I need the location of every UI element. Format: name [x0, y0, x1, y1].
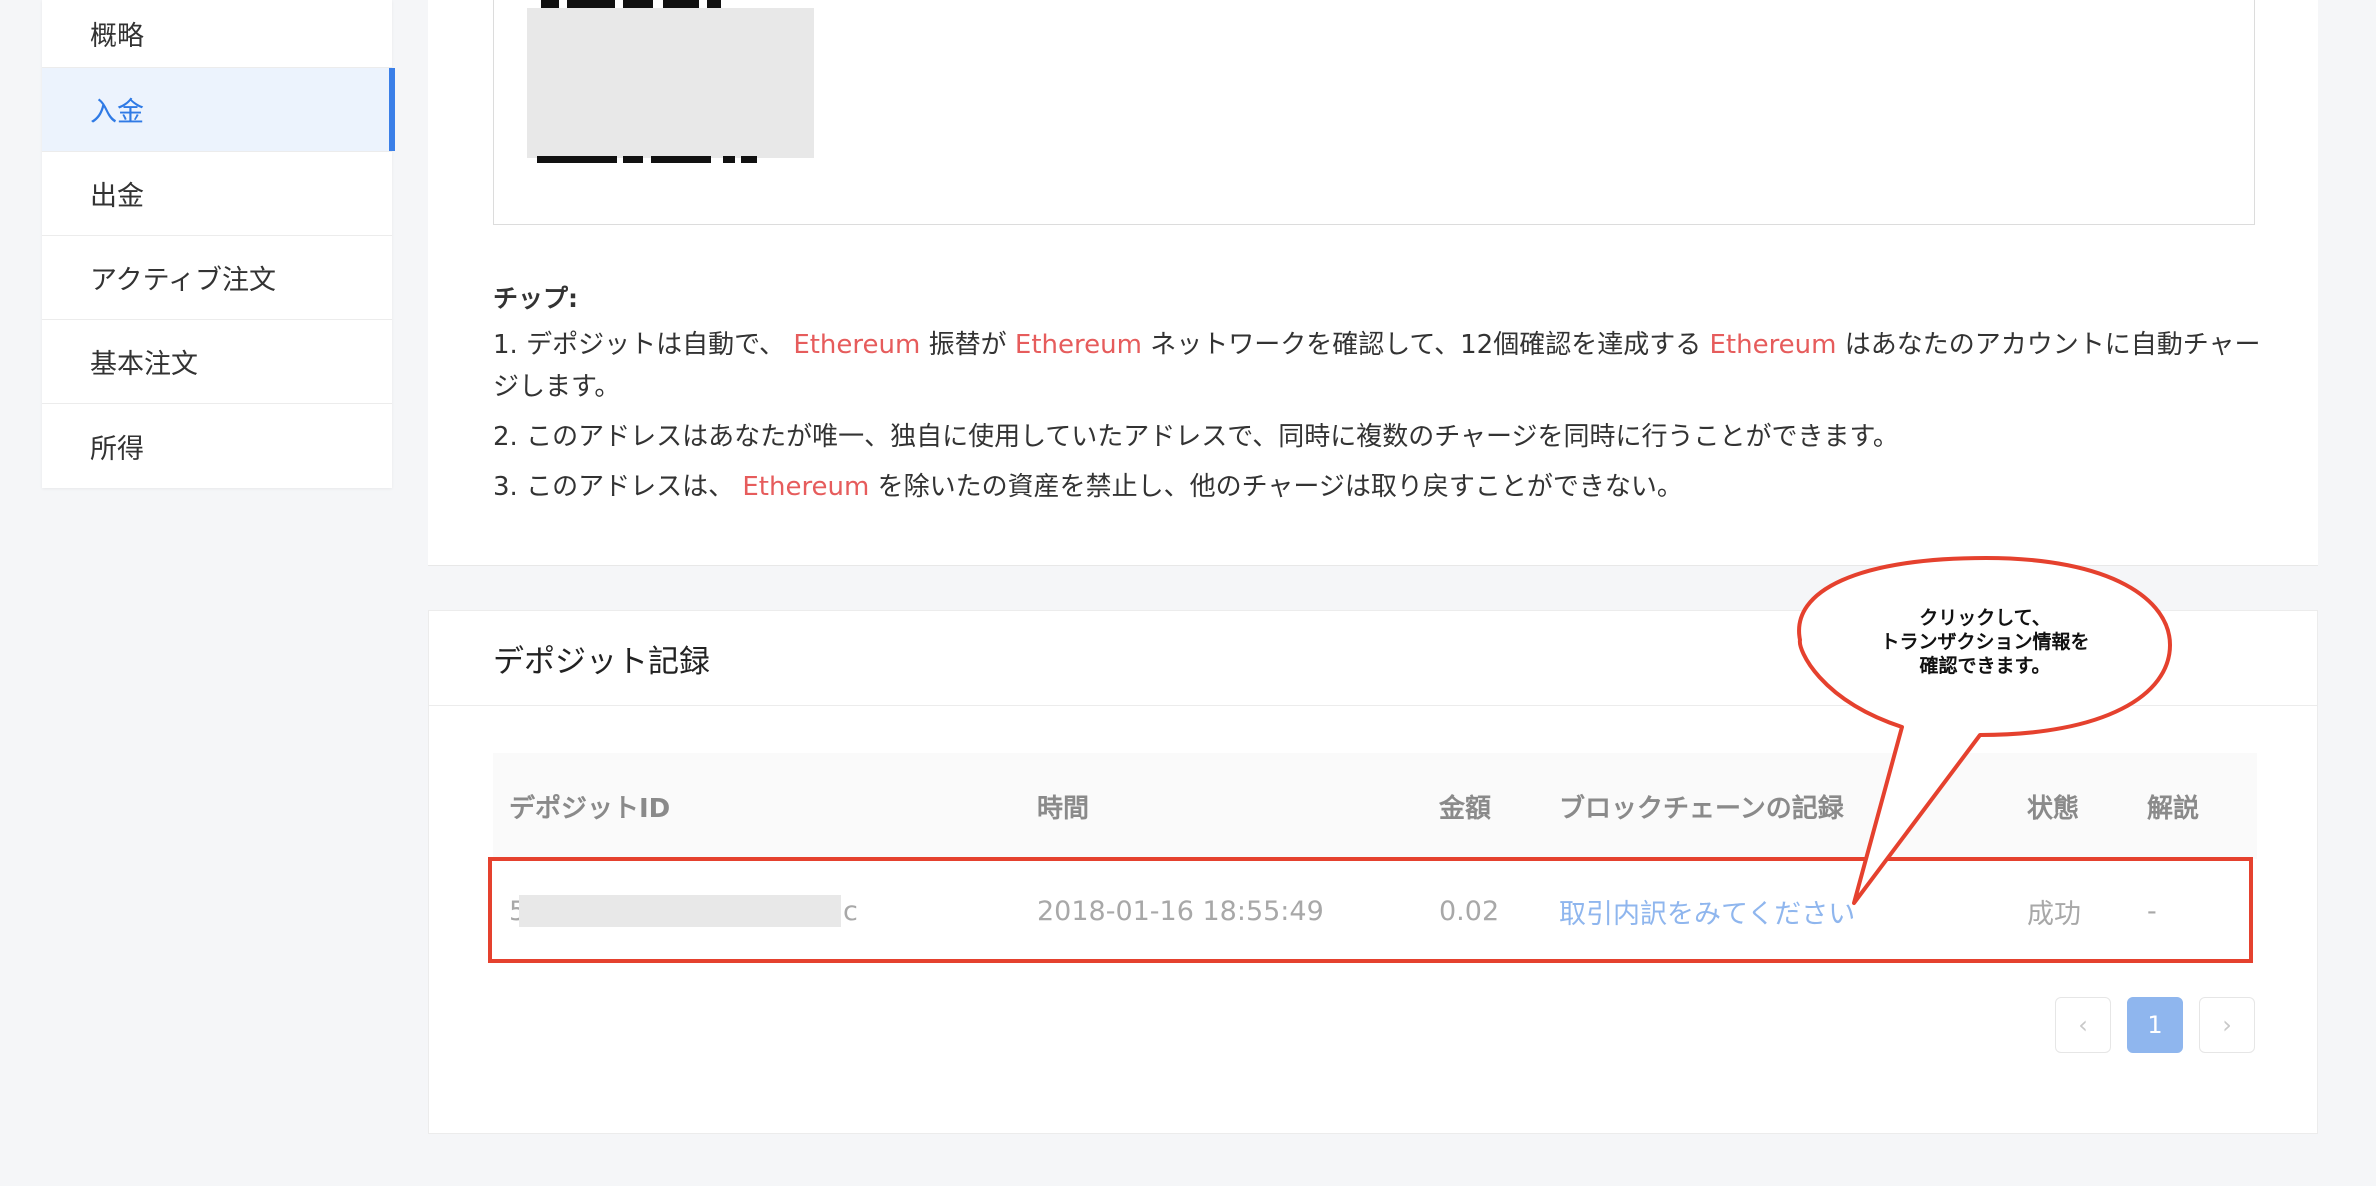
tip-text: ネットワークを確認して、12個確認を達成する — [1150, 330, 1702, 360]
col-amount: 金額 — [1439, 793, 1492, 824]
tip-text: 振替が — [928, 330, 1007, 360]
page-1-button[interactable]: 1 — [2127, 997, 2183, 1053]
sidebar-item-label: アクティブ注文 — [90, 265, 277, 296]
table-header: デポジットID 時間 金額 ブロックチェーンの記録 状態 解説 — [493, 753, 2257, 859]
sidebar-item-label: 概略 — [90, 21, 144, 52]
sidebar-item-basic-orders[interactable]: 基本注文 — [42, 320, 392, 404]
ethereum-text: Ethereum — [1014, 330, 1142, 360]
sidebar-item-overview[interactable]: 概略 — [42, 0, 392, 68]
col-time: 時間 — [1037, 793, 1090, 824]
col-deposit-id: デポジットID — [509, 793, 671, 824]
callout-line: クリックして、 — [1919, 607, 2051, 629]
row-highlight-annotation — [488, 857, 2253, 963]
sidebar-item-label: 入金 — [90, 97, 144, 128]
ethereum-text: Ethereum — [793, 330, 921, 360]
sidebar-menu: 概略 入金 出金 アクティブ注文 基本注文 所得 — [42, 0, 395, 488]
tips-section: チップ: 1. デポジットは自動で、 Ethereum 振替が Ethereum… — [493, 278, 2273, 516]
sidebar-item-income[interactable]: 所得 — [42, 404, 392, 488]
tips-title: チップ: — [493, 284, 578, 313]
col-blockchain-record: ブロックチェーンの記録 — [1559, 793, 1844, 824]
tip-text: 1. デポジットは自動で、 — [493, 330, 786, 360]
qr-code-image — [527, 0, 814, 163]
tip-1: 1. デポジットは自動で、 Ethereum 振替が Ethereum ネットワ… — [493, 324, 2273, 408]
tip-2: 2. このアドレスはあなたが唯一、独自に使用していたアドレスで、同時に複数のチャ… — [493, 422, 1899, 452]
deposit-address-panel: チップ: 1. デポジットは自動で、 Ethereum 振替が Ethereum… — [428, 0, 2318, 566]
ethereum-text: Ethereum — [1709, 330, 1837, 360]
ethereum-text: Ethereum — [742, 472, 870, 502]
sidebar-item-label: 基本注文 — [90, 349, 198, 380]
sidebar-item-label: 出金 — [90, 181, 144, 212]
callout-line: 確認できます。 — [1919, 655, 2051, 677]
pagination: ‹ 1 › — [2055, 997, 2255, 1053]
next-page-button[interactable]: › — [2199, 997, 2255, 1053]
tip-text: を除いたの資産を禁止し、他のチャージは取り戻すことができない。 — [877, 472, 1683, 502]
sidebar-item-deposit[interactable]: 入金 — [42, 68, 395, 152]
sidebar-item-active-orders[interactable]: アクティブ注文 — [42, 236, 392, 320]
sidebar-item-withdraw[interactable]: 出金 — [42, 152, 392, 236]
callout-text: クリックして、 トランザクション情報を 確認できます。 — [1840, 606, 2130, 678]
sidebar-item-label: 所得 — [90, 433, 144, 465]
qr-code-frame — [493, 0, 2255, 225]
callout-line: トランザクション情報を — [1880, 631, 2090, 653]
tip-text: 3. このアドレスは、 — [493, 472, 735, 502]
prev-page-button[interactable]: ‹ — [2055, 997, 2111, 1053]
col-state: 状態 — [2027, 793, 2080, 824]
col-note: 解説 — [2147, 793, 2200, 824]
tip-3: 3. このアドレスは、 Ethereum を除いたの資産を禁止し、他のチャージは… — [493, 466, 2273, 508]
